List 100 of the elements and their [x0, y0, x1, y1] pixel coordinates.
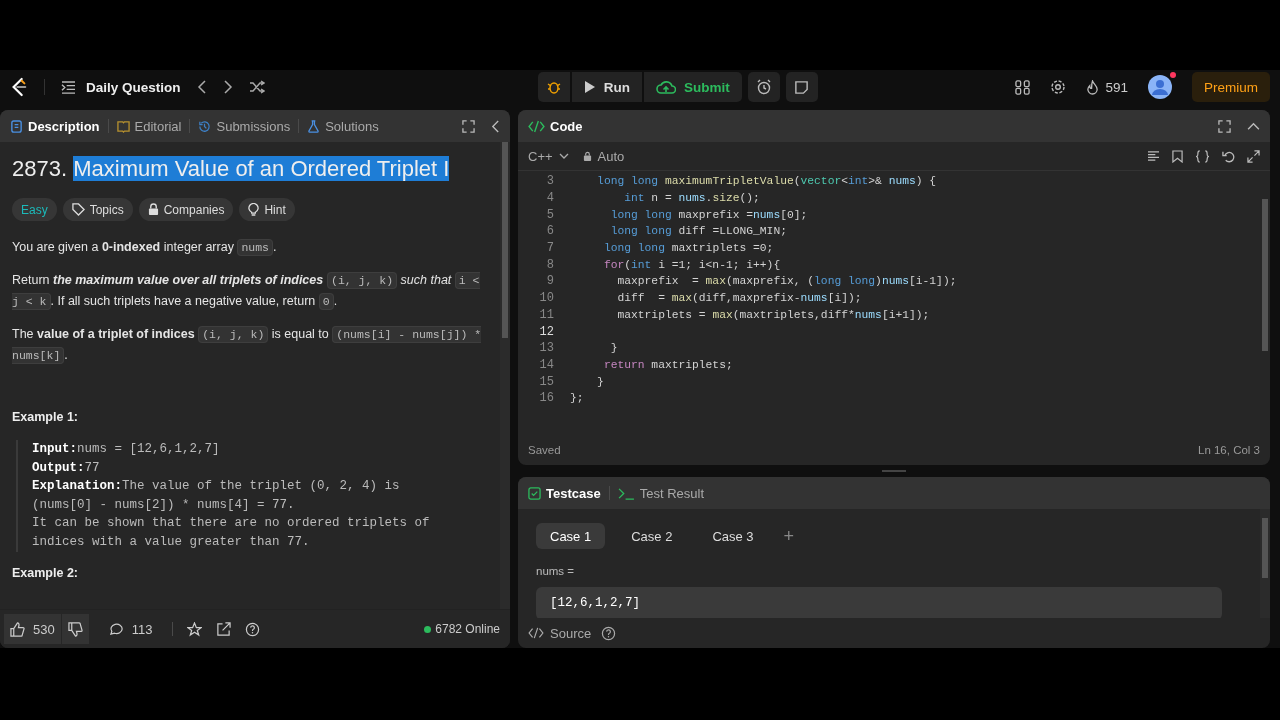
star-icon[interactable]: [187, 621, 203, 637]
description-paragraph: You are given a 0-indexed integer array nums .: [12, 238, 278, 258]
code-icon: [528, 627, 544, 639]
run-button[interactable]: Run: [571, 72, 642, 102]
line-number: 16: [538, 391, 555, 406]
line-number: 6: [545, 224, 555, 239]
code-line: long long diff =LLONG_MIN;: [609, 225, 787, 238]
layout-icon[interactable]: [1015, 79, 1031, 95]
fullscreen-icon[interactable]: [1218, 119, 1231, 133]
debug-button[interactable]: [537, 72, 570, 102]
line-number: 15: [538, 374, 555, 389]
lock-icon: [582, 150, 592, 162]
reset-icon[interactable]: [1222, 149, 1235, 163]
fullscreen-icon[interactable]: [462, 119, 475, 133]
panel-tab[interactable]: Editorial: [116, 118, 182, 134]
example-line: indices with a value greater than 77.: [32, 533, 311, 551]
chevron-down-icon: [558, 153, 569, 159]
play-icon: [583, 80, 596, 94]
tag-icon: [71, 203, 85, 216]
language-dropdown[interactable]: C++: [528, 148, 569, 164]
panel-tab[interactable]: Submissions: [198, 118, 291, 134]
panel-tab[interactable]: Testcase: [528, 485, 601, 501]
chevron-left-icon[interactable]: [196, 80, 207, 94]
line-number: 13: [538, 341, 555, 356]
example-line: (nums[0] - nums[2]) * nums[4] = 77.: [32, 496, 296, 514]
premium-button[interactable]: Premium: [1191, 72, 1270, 102]
dislike-button[interactable]: [61, 614, 89, 644]
collapse-icon[interactable]: [491, 119, 500, 133]
code-line: return maxtriplets;: [602, 358, 733, 371]
share-icon[interactable]: [216, 621, 232, 637]
thumbs-down-icon: [67, 621, 83, 637]
code-line: };: [570, 392, 584, 405]
streak-counter[interactable]: 591: [1086, 79, 1128, 95]
lock-icon: [147, 203, 159, 216]
settings-icon[interactable]: [1050, 79, 1067, 95]
line-number: 8: [545, 257, 555, 272]
code-line: long long maxprefix =nums[0];: [609, 208, 808, 221]
tag-chip[interactable]: Companies: [138, 198, 234, 221]
add-case-button[interactable]: +: [779, 525, 799, 547]
tag-chip[interactable]: Hint: [239, 198, 295, 221]
help-icon[interactable]: [245, 621, 261, 637]
submit-button[interactable]: Submit: [643, 72, 742, 102]
code-line: maxtriplets = max(maxtriplets,diff*nums[i+1]);: [616, 308, 930, 321]
thumbs-up-icon: [10, 621, 25, 637]
book-icon: [116, 119, 130, 133]
shuffle-icon[interactable]: [248, 80, 265, 94]
problem-title: Maximum Value of an Ordered Triplet I: [73, 156, 450, 181]
line-number: 14: [538, 357, 555, 372]
timer-button[interactable]: [747, 72, 780, 102]
alarm-clock-icon: [755, 79, 772, 95]
save-status: Saved: [528, 444, 561, 456]
doc-icon: [10, 119, 23, 133]
like-button[interactable]: 530: [4, 614, 61, 644]
comments-button[interactable]: 113: [102, 614, 159, 644]
panel-tab[interactable]: Description: [10, 118, 100, 134]
source-button[interactable]: Source: [528, 625, 592, 641]
example-heading: Example 1:: [12, 410, 79, 424]
panel-tab[interactable]: Test Result: [617, 485, 704, 501]
avatar-icon[interactable]: [1147, 75, 1172, 99]
example-line: Input:nums = [12,6,1,2,7]: [32, 441, 221, 458]
collapse-icon[interactable]: [1247, 121, 1260, 131]
code-tab[interactable]: Code: [528, 118, 583, 134]
line-number: 3: [545, 174, 555, 189]
list-icon[interactable]: [61, 80, 76, 94]
parameter-field[interactable]: [12,6,1,2,7]: [536, 587, 1222, 618]
code-line: int n = nums.size();: [623, 192, 760, 205]
code-line: }: [596, 375, 604, 388]
bookmark-icon[interactable]: [1172, 149, 1183, 163]
notes-button[interactable]: [785, 72, 818, 102]
line-number: 5: [545, 207, 555, 222]
line-number: 10: [538, 291, 555, 306]
line-number: 11: [538, 307, 555, 322]
flask-icon: [307, 119, 321, 133]
braces-icon[interactable]: [1195, 149, 1210, 163]
case-tab[interactable]: Case 3: [698, 523, 768, 549]
example-heading: Example 2:: [12, 565, 79, 580]
difficulty-tag[interactable]: Easy: [12, 198, 57, 221]
online-count: 6782 Online: [435, 622, 500, 636]
help-icon[interactable]: [601, 625, 617, 641]
chevron-right-icon[interactable]: [222, 80, 233, 94]
checkbox-icon: [528, 486, 541, 500]
parameter-label: nums =: [536, 565, 576, 577]
code-line: diff = max(diff,maxprefix-nums[i]);: [616, 292, 862, 305]
description-paragraph: Return the maximum value over all triplets of indices (i, j, k) such that i < j < k . If all such triplets have a negative value, return 0 .: [12, 271, 481, 312]
auto-mode[interactable]: Auto: [582, 148, 625, 164]
example-line: Output:77: [32, 459, 101, 477]
terminal-icon: [617, 486, 635, 500]
line-number: 12: [538, 324, 555, 339]
logo-icon[interactable]: [10, 77, 28, 97]
panel-tab[interactable]: Solutions: [307, 118, 379, 134]
problem-list-title[interactable]: Daily Question: [86, 79, 181, 95]
tag-chip[interactable]: Topics: [62, 198, 133, 221]
bug-icon: [545, 79, 562, 95]
code-icon: [528, 119, 545, 133]
code-line: maxprefix = max(maxprefix, (long long)nums[i-1]);: [616, 275, 957, 288]
expand-icon[interactable]: [1247, 149, 1260, 163]
line-number: 7: [545, 241, 555, 256]
format-icon[interactable]: [1147, 150, 1160, 162]
case-tab[interactable]: Case 1: [536, 523, 606, 549]
case-tab[interactable]: Case 2: [617, 523, 687, 549]
